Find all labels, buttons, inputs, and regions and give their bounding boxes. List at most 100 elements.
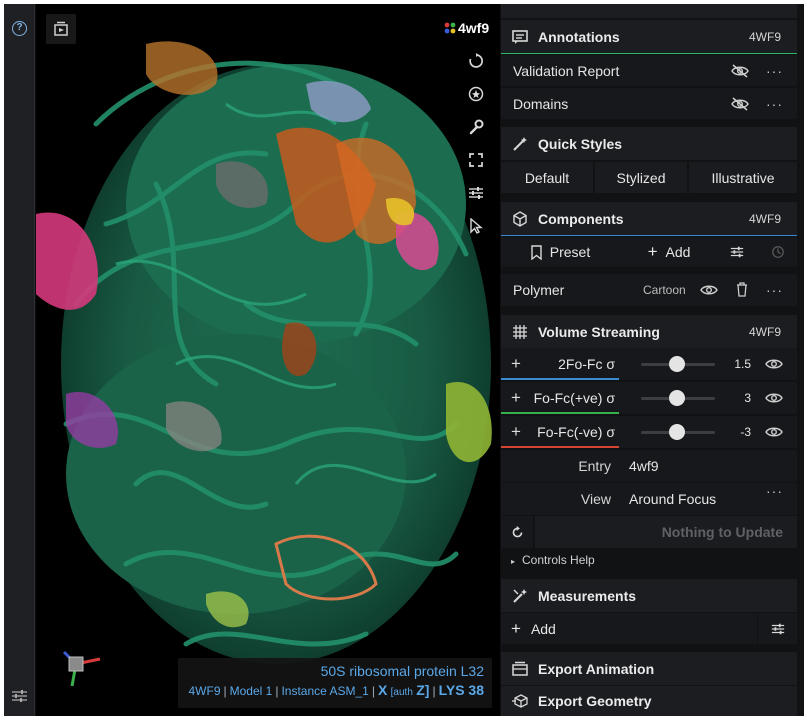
sigma-value[interactable]: 1.5: [725, 357, 751, 371]
annotations-title: Annotations: [538, 28, 620, 45]
options-sliders-icon: [730, 246, 744, 258]
info-instance: Instance ASM_1: [281, 684, 369, 698]
components-header[interactable]: Components 4WF9: [501, 202, 797, 235]
polymer-representation[interactable]: Cartoon: [643, 283, 686, 297]
entry-value[interactable]: 4wf9: [629, 458, 659, 474]
undo-history-button[interactable]: [759, 237, 797, 267]
pdb-logo-icon: [444, 22, 456, 34]
channel-name: 2Fo-Fc σ: [558, 356, 615, 372]
ribosome-structure-render[interactable]: [36, 4, 500, 716]
visibility-off-icon[interactable]: [731, 64, 749, 78]
add-measurement-button[interactable]: + Add: [511, 619, 556, 639]
quick-styles-title: Quick Styles: [538, 135, 623, 152]
refresh-icon: [512, 525, 522, 537]
measurements-header[interactable]: Measurements: [501, 579, 797, 612]
refresh-button[interactable]: [501, 516, 533, 548]
screenshot-button[interactable]: [46, 14, 76, 44]
highlight-path: 4WF9 | Model 1 | Instance ASM_1 | X [auth Z] | L…: [188, 682, 484, 698]
view-label: View: [580, 491, 611, 507]
sigma-slider-handle[interactable]: [669, 356, 685, 372]
channel-name: Fo-Fc(+ve) σ: [533, 390, 615, 406]
volume-view-row: View Around Focus ···: [501, 483, 797, 515]
options-sliders-icon: [771, 623, 784, 634]
left-panel-toggle-icon[interactable]: [12, 689, 27, 703]
export-geometry-header[interactable]: Export Geometry: [501, 686, 797, 716]
measure-icon: [511, 587, 529, 605]
cube-icon: [511, 210, 529, 228]
measurement-options-button[interactable]: [757, 613, 797, 644]
sigma-slider-handle[interactable]: [669, 424, 685, 440]
more-options-icon[interactable]: ···: [766, 282, 783, 298]
help-icon[interactable]: ?: [12, 21, 27, 36]
viewport-controls-icon: [469, 186, 483, 199]
visibility-on-icon[interactable]: [765, 391, 783, 405]
update-button[interactable]: Nothing to Update: [535, 516, 797, 548]
toggle-spin-button[interactable]: [460, 77, 492, 110]
highlight-title: 50S ribosomal protein L32: [320, 663, 484, 679]
pdb-id-text: 4wf9: [458, 20, 490, 36]
axes-gizmo-icon: [62, 650, 101, 687]
visibility-on-icon[interactable]: [765, 357, 783, 371]
expand-channel-icon[interactable]: +: [511, 354, 521, 374]
info-chain: X: [377, 682, 388, 698]
expand-channel-icon[interactable]: +: [511, 422, 521, 442]
controls-help-toggle[interactable]: ▸ Controls Help: [501, 549, 797, 571]
visibility-off-icon[interactable]: [731, 97, 749, 111]
screenshot-icon: [54, 21, 68, 36]
film-icon: [511, 660, 529, 678]
quick-styles-header[interactable]: Quick Styles: [501, 127, 797, 160]
expand-channel-icon[interactable]: +: [511, 388, 521, 408]
more-options-icon[interactable]: ···: [766, 63, 783, 79]
settings-button[interactable]: [460, 110, 492, 143]
reset-view-icon: [469, 52, 483, 68]
volume-entry-row: Entry 4wf9: [501, 450, 797, 482]
components-tag: 4WF9: [748, 211, 781, 226]
component-row-polymer[interactable]: Polymer Cartoon ···: [501, 274, 797, 306]
sigma-value[interactable]: 3: [725, 391, 751, 405]
panel-top-strip: [501, 4, 797, 18]
visibility-on-icon[interactable]: [765, 425, 783, 439]
highlight-info-box: 50S ribosomal protein L32 4WF9 | Model 1 | I…: [178, 658, 492, 708]
export-geometry-title: Export Geometry: [538, 693, 652, 709]
annotation-row-validation[interactable]: Validation Report ···: [501, 55, 797, 86]
sigma-slider-handle[interactable]: [669, 390, 685, 406]
volume-streaming-tag: 4WF9: [748, 324, 781, 339]
export-animation-header[interactable]: Export Animation: [501, 652, 797, 685]
annotation-label-domains: Domains: [513, 95, 569, 112]
preset-label: Preset: [549, 244, 591, 260]
polymer-label: Polymer: [513, 282, 565, 298]
add-component-button[interactable]: + Add: [621, 237, 717, 267]
channel-color-bar: [501, 378, 619, 380]
3d-viewport[interactable]: 4wf9 50S ribosomal protein L32 4WF9 | Mo…: [36, 4, 500, 716]
fullscreen-button[interactable]: [460, 143, 492, 176]
selection-mode-button[interactable]: [460, 209, 492, 242]
volume-streaming-header[interactable]: Volume Streaming 4WF9: [501, 315, 797, 348]
components-accent-line: [501, 235, 797, 236]
caret-right-icon: ▸: [511, 557, 516, 566]
pdb-id-badge[interactable]: 4wf9: [440, 18, 494, 38]
more-options-icon[interactable]: ···: [766, 96, 783, 112]
selection-mode-icon: [470, 217, 483, 234]
preset-button[interactable]: Preset: [501, 237, 619, 267]
info-residue: LYS 38: [438, 682, 484, 698]
style-stylized-button[interactable]: Stylized: [595, 162, 687, 193]
visibility-on-icon[interactable]: [700, 283, 718, 297]
view-value[interactable]: Around Focus: [629, 491, 716, 507]
component-options-button[interactable]: [717, 237, 757, 267]
reset-view-button[interactable]: [460, 44, 492, 77]
annotations-header[interactable]: Annotations 4WF9: [501, 20, 797, 53]
volume-channel-2fofc: + 2Fo-Fc σ 1.5: [501, 348, 797, 380]
more-options-icon[interactable]: ···: [766, 483, 783, 499]
trash-icon[interactable]: [736, 282, 748, 297]
magic-wand-icon: [511, 135, 529, 153]
sigma-value[interactable]: -3: [725, 425, 751, 439]
viewport-controls-button[interactable]: [460, 176, 492, 209]
info-chain-auth-prefix: [auth: [390, 687, 413, 698]
style-default-button[interactable]: Default: [501, 162, 593, 193]
style-illustrative-button[interactable]: Illustrative: [689, 162, 797, 193]
add-measurement-label: Add: [530, 620, 556, 637]
left-toolbar: ?: [4, 4, 35, 716]
annotation-row-domains[interactable]: Domains ···: [501, 88, 797, 119]
info-entry: 4WF9: [188, 684, 221, 698]
plus-icon: +: [647, 242, 658, 261]
